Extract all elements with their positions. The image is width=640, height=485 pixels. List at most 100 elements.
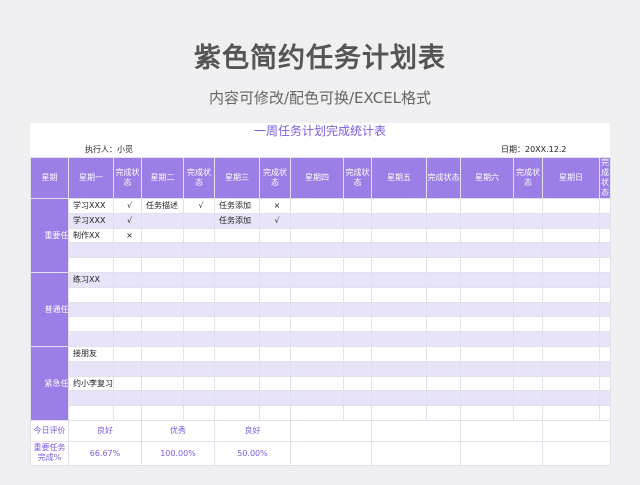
task-cell[interactable] xyxy=(68,301,114,318)
status-cell[interactable] xyxy=(343,390,372,407)
status-cell[interactable] xyxy=(599,316,611,333)
task-cell[interactable] xyxy=(141,257,184,273)
status-cell[interactable] xyxy=(343,198,372,214)
task-cell[interactable] xyxy=(68,257,114,273)
status-cell[interactable] xyxy=(183,286,215,303)
status-cell[interactable] xyxy=(513,390,543,407)
status-cell[interactable] xyxy=(426,405,461,421)
task-cell[interactable] xyxy=(290,257,344,273)
status-cell[interactable] xyxy=(599,212,611,229)
status-cell[interactable] xyxy=(183,257,215,273)
status-cell[interactable] xyxy=(183,227,215,244)
status-cell[interactable] xyxy=(343,316,372,333)
status-cell[interactable] xyxy=(513,405,543,421)
task-cell[interactable] xyxy=(290,301,344,318)
task-cell[interactable]: 制作XX xyxy=(68,227,114,244)
task-cell[interactable] xyxy=(141,375,184,392)
task-cell[interactable] xyxy=(214,286,260,303)
task-cell[interactable] xyxy=(141,271,184,288)
status-cell[interactable] xyxy=(259,316,291,333)
task-cell[interactable] xyxy=(460,331,514,347)
status-cell[interactable] xyxy=(343,257,372,273)
task-cell[interactable] xyxy=(460,316,514,333)
completion-rate-empty[interactable] xyxy=(542,440,611,466)
status-cell[interactable] xyxy=(183,301,215,318)
completion-rate-value[interactable]: 100.00% xyxy=(141,440,215,466)
task-cell[interactable] xyxy=(460,360,514,377)
task-cell[interactable] xyxy=(290,405,344,421)
status-cell[interactable] xyxy=(259,331,291,347)
status-cell[interactable] xyxy=(259,286,291,303)
task-cell[interactable] xyxy=(371,345,427,362)
task-cell[interactable] xyxy=(141,316,184,333)
task-cell[interactable] xyxy=(141,227,184,244)
task-cell[interactable] xyxy=(371,316,427,333)
task-cell[interactable] xyxy=(542,242,600,259)
status-cell[interactable] xyxy=(183,345,215,362)
task-cell[interactable] xyxy=(290,198,344,214)
status-cell[interactable] xyxy=(599,405,611,421)
completion-rate-empty[interactable] xyxy=(460,440,543,466)
status-cell[interactable] xyxy=(183,405,215,421)
task-cell[interactable] xyxy=(460,212,514,229)
task-cell[interactable] xyxy=(460,375,514,392)
status-cell[interactable] xyxy=(343,345,372,362)
status-cell[interactable] xyxy=(259,271,291,288)
task-cell[interactable] xyxy=(141,212,184,229)
task-cell[interactable] xyxy=(371,390,427,407)
task-cell[interactable] xyxy=(290,242,344,259)
status-cell[interactable] xyxy=(259,390,291,407)
task-cell[interactable] xyxy=(214,360,260,377)
completion-rate-empty[interactable] xyxy=(371,440,461,466)
task-cell[interactable] xyxy=(68,242,114,259)
task-cell[interactable] xyxy=(290,286,344,303)
status-cell[interactable] xyxy=(599,375,611,392)
status-cell[interactable] xyxy=(513,360,543,377)
status-cell[interactable] xyxy=(513,375,543,392)
task-cell[interactable] xyxy=(460,345,514,362)
evaluation-empty[interactable] xyxy=(542,419,611,442)
task-cell[interactable] xyxy=(290,390,344,407)
task-cell[interactable] xyxy=(542,301,600,318)
task-cell[interactable] xyxy=(141,331,184,347)
status-cell[interactable] xyxy=(259,257,291,273)
status-cell[interactable] xyxy=(426,390,461,407)
task-cell[interactable] xyxy=(542,345,600,362)
status-cell[interactable] xyxy=(259,242,291,259)
task-cell[interactable] xyxy=(141,242,184,259)
status-cell[interactable] xyxy=(259,360,291,377)
status-cell[interactable] xyxy=(113,242,142,259)
status-cell[interactable] xyxy=(343,212,372,229)
status-cell[interactable] xyxy=(183,316,215,333)
task-cell[interactable] xyxy=(542,227,600,244)
task-cell[interactable] xyxy=(542,390,600,407)
status-cell[interactable] xyxy=(113,375,142,392)
task-cell[interactable] xyxy=(290,345,344,362)
task-cell[interactable] xyxy=(371,375,427,392)
task-cell[interactable] xyxy=(371,405,427,421)
status-cell[interactable] xyxy=(426,212,461,229)
task-cell[interactable] xyxy=(68,316,114,333)
status-cell[interactable] xyxy=(113,286,142,303)
task-cell[interactable] xyxy=(371,360,427,377)
status-cell[interactable] xyxy=(343,405,372,421)
status-cell[interactable]: √ xyxy=(259,212,291,229)
task-cell[interactable] xyxy=(371,212,427,229)
task-cell[interactable] xyxy=(68,390,114,407)
status-cell[interactable] xyxy=(599,360,611,377)
task-cell[interactable] xyxy=(542,286,600,303)
status-cell[interactable] xyxy=(426,360,461,377)
task-cell[interactable] xyxy=(68,405,114,421)
status-cell[interactable] xyxy=(426,198,461,214)
status-cell[interactable] xyxy=(426,227,461,244)
task-cell[interactable] xyxy=(460,301,514,318)
status-cell[interactable] xyxy=(259,375,291,392)
task-cell[interactable]: 学习XXX xyxy=(68,198,114,214)
status-cell[interactable] xyxy=(513,212,543,229)
status-cell[interactable] xyxy=(183,212,215,229)
task-cell[interactable]: 任务描述 xyxy=(141,198,184,214)
task-cell[interactable] xyxy=(214,257,260,273)
task-cell[interactable] xyxy=(214,375,260,392)
status-cell[interactable] xyxy=(599,227,611,244)
status-cell[interactable]: √ xyxy=(183,198,215,214)
